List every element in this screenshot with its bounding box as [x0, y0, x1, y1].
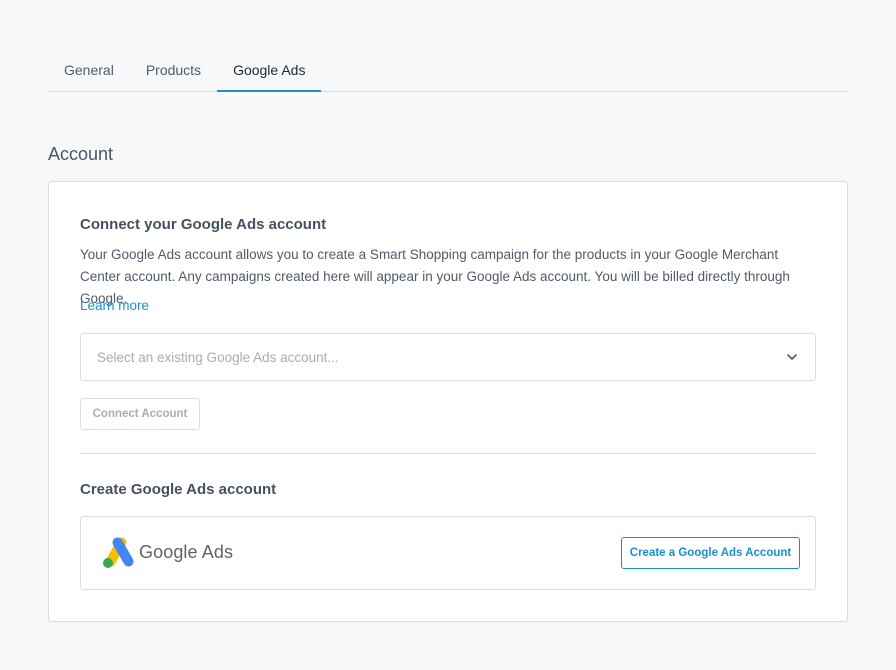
select-placeholder: Select an existing Google Ads account... [97, 349, 339, 365]
divider [80, 453, 816, 454]
tab-general[interactable]: General [48, 52, 130, 92]
learn-more-link[interactable]: Learn more [80, 298, 149, 313]
google-ads-logo-icon [103, 537, 134, 568]
section-title: Account [48, 144, 114, 164]
google-ads-box: Google Ads Create a Google Ads Account [80, 516, 816, 590]
google-ads-account-select[interactable]: Select an existing Google Ads account... [80, 333, 816, 381]
connect-description: Your Google Ads account allows you to cr… [80, 247, 790, 306]
chevron-down-icon [787, 354, 797, 360]
settings-tabs: General Products Google Ads [48, 52, 848, 92]
google-ads-logo-text: Google Ads [139, 541, 234, 562]
connect-account-button[interactable]: Connect Account [80, 398, 200, 430]
account-card: Connect your Google Ads account Your Goo… [48, 181, 848, 622]
google-ads-logo: Google Ads [101, 536, 233, 568]
tab-products[interactable]: Products [130, 52, 217, 92]
create-heading: Create Google Ads account [80, 481, 277, 498]
create-google-ads-account-button[interactable]: Create a Google Ads Account [621, 537, 800, 569]
connect-heading: Connect your Google Ads account [80, 216, 327, 233]
tab-google-ads[interactable]: Google Ads [217, 52, 322, 92]
